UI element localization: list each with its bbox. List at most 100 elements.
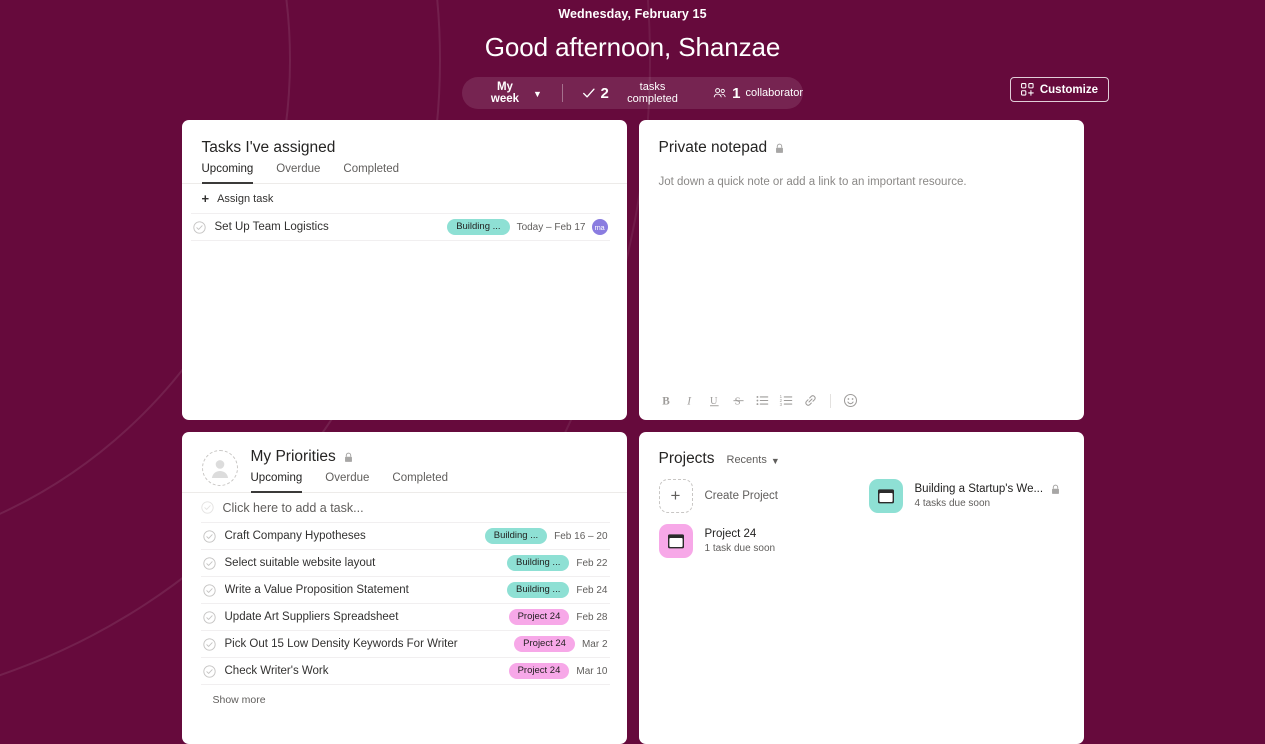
tasks-assigned-title-text: Tasks I've assigned <box>201 139 336 156</box>
people-icon <box>713 88 726 98</box>
private-notepad-title-text: Private notepad <box>658 139 768 156</box>
project-name-row: Project 24 <box>705 528 776 540</box>
current-date: Wednesday, February 15 <box>558 7 707 21</box>
italic-icon[interactable]: I <box>683 393 698 408</box>
project-name: Building a Startup's We... <box>914 483 1044 495</box>
task-checkbox-icon[interactable] <box>202 556 216 570</box>
projects-filter-label: Recents <box>726 454 767 466</box>
project-subtitle: 1 task due soon <box>704 543 776 554</box>
notepad-placeholder-text[interactable]: Jot down a quick note or add a link to a… <box>659 176 1064 188</box>
task-checkbox-icon[interactable] <box>202 664 216 678</box>
chevron-down-icon: ▼ <box>532 88 542 99</box>
customize-grid-icon <box>1020 83 1034 96</box>
tab-completed[interactable]: Completed <box>343 163 399 184</box>
card-my-priorities: My Priorities Upcoming Overdue Completed <box>181 432 627 744</box>
table-row[interactable]: Update Art Suppliers Spreadsheet Project… <box>200 604 610 631</box>
svg-text:S: S <box>734 396 740 408</box>
tasks-assigned-title: Tasks I've assigned <box>202 139 607 157</box>
greeting-title: Good afternoon, Shanzae <box>484 32 781 62</box>
task-title: Update Art Suppliers Spreadsheet <box>224 611 399 623</box>
table-row[interactable]: Pick Out 15 Low Density Keywords For Wri… <box>200 631 610 658</box>
lock-icon <box>776 143 784 153</box>
task-title: Craft Company Hypotheses <box>224 530 366 542</box>
card-projects: Projects Recents ▼ + Create Project Buil… <box>638 432 1084 744</box>
task-due-date: Mar 10 <box>576 665 608 677</box>
task-due-date: Today – Feb 17 <box>516 221 586 233</box>
tasks-completed-stat: 2 tasks completed <box>582 81 691 105</box>
card-private-notepad: Private notepad Jot down a quick note or… <box>638 120 1084 420</box>
task-checkbox-icon[interactable] <box>202 583 216 597</box>
show-more-button[interactable]: Show more <box>201 685 610 706</box>
project-board-icon <box>658 524 693 558</box>
emoji-icon[interactable] <box>843 393 858 408</box>
project-name-row: Building a Startup's We... <box>915 483 1062 495</box>
projects-header: Projects Recents ▼ <box>659 450 1064 468</box>
my-priorities-title-text: My Priorities <box>250 448 336 465</box>
card-tasks-assigned: Tasks I've assigned Upcoming Overdue Com… <box>181 120 627 420</box>
customize-button[interactable]: Customize <box>1009 77 1109 102</box>
projects-filter[interactable]: Recents ▼ <box>727 454 780 466</box>
tasks-completed-label: tasks completed <box>627 81 678 105</box>
projects-title-text: Projects <box>658 450 715 467</box>
create-project-button[interactable]: + Create Project <box>658 479 869 513</box>
table-row[interactable]: Craft Company Hypotheses Building ... Fe… <box>200 523 610 550</box>
plus-icon: + <box>658 479 693 513</box>
task-title: Set Up Team Logistics <box>214 221 329 233</box>
task-checkbox-icon[interactable] <box>202 529 216 543</box>
notepad-toolbar: B I U S 1 2 3 <box>659 393 858 408</box>
bulleted-list-icon[interactable] <box>755 393 770 408</box>
stats-bar: My week ▼ 2 tasks completed 1 collaborat… <box>462 77 803 109</box>
underline-icon[interactable]: U <box>707 393 722 408</box>
svg-text:3: 3 <box>779 402 782 407</box>
add-task-placeholder: Click here to add a task... <box>222 500 364 515</box>
my-priorities-title: My Priorities <box>251 448 449 466</box>
toolbar-divider <box>829 393 831 408</box>
svg-text:U: U <box>710 396 718 407</box>
create-project-label: Create Project <box>704 490 779 502</box>
task-checkbox-icon[interactable] <box>202 610 216 624</box>
projects-grid: + Create Project Building a Startup's We… <box>658 479 1064 558</box>
task-title: Select suitable website layout <box>224 557 376 569</box>
lock-icon <box>344 452 352 462</box>
tab-upcoming[interactable]: Upcoming <box>250 472 303 493</box>
task-checkbox-icon[interactable] <box>192 220 206 234</box>
my-week-selector[interactable]: My week ▼ <box>462 81 542 105</box>
task-title: Check Writer's Work <box>224 665 329 677</box>
task-due-date: Mar 2 <box>581 638 608 650</box>
customize-button-label: Customize <box>1039 83 1098 96</box>
table-row[interactable]: Select suitable website layout Building … <box>200 550 610 577</box>
task-project-pill: Building ... <box>484 528 548 544</box>
tab-overdue[interactable]: Overdue <box>276 163 320 184</box>
svg-text:I: I <box>686 396 692 408</box>
collaborators-stat: 1 collaborator <box>713 85 803 102</box>
task-due-date: Feb 24 <box>576 584 608 596</box>
list-item[interactable]: Building a Startup's We... 4 tasks due s… <box>868 479 1064 513</box>
tab-upcoming[interactable]: Upcoming <box>201 163 254 184</box>
strikethrough-icon[interactable]: S <box>731 393 746 408</box>
project-name: Project 24 <box>704 528 757 540</box>
numbered-list-icon[interactable]: 1 2 3 <box>779 393 794 408</box>
task-due-date: Feb 16 – 20 <box>554 530 608 542</box>
task-project-pill: Building ... <box>506 582 570 598</box>
tasks-completed-count: 2 <box>600 84 609 102</box>
stats-divider <box>561 84 563 102</box>
add-task-row[interactable]: Click here to add a task... <box>200 493 610 523</box>
task-project-pill: Building ... <box>447 219 510 235</box>
assign-task-button[interactable]: + Assign task <box>190 184 610 214</box>
tasks-assigned-tabs: Upcoming Overdue Completed <box>201 163 607 184</box>
my-priorities-tabs: Upcoming Overdue Completed <box>250 472 448 493</box>
svg-text:B: B <box>662 396 670 408</box>
collaborators-label: collaborator <box>745 87 803 99</box>
avatar[interactable]: ma <box>591 219 608 235</box>
avatar[interactable] <box>201 450 238 486</box>
table-row[interactable]: Write a Value Proposition Statement Buil… <box>200 577 610 604</box>
table-row[interactable]: Check Writer's Work Project 24 Mar 10 <box>200 658 610 685</box>
table-row[interactable]: Set Up Team Logistics Building ... Today… <box>190 214 610 241</box>
tab-overdue[interactable]: Overdue <box>325 472 369 493</box>
bold-icon[interactable]: B <box>659 393 674 408</box>
private-notepad-title: Private notepad <box>659 139 1064 157</box>
tab-completed[interactable]: Completed <box>392 472 448 493</box>
list-item[interactable]: Project 24 1 task due soon <box>658 524 869 558</box>
task-checkbox-icon[interactable] <box>202 637 216 651</box>
link-icon[interactable] <box>803 393 818 408</box>
